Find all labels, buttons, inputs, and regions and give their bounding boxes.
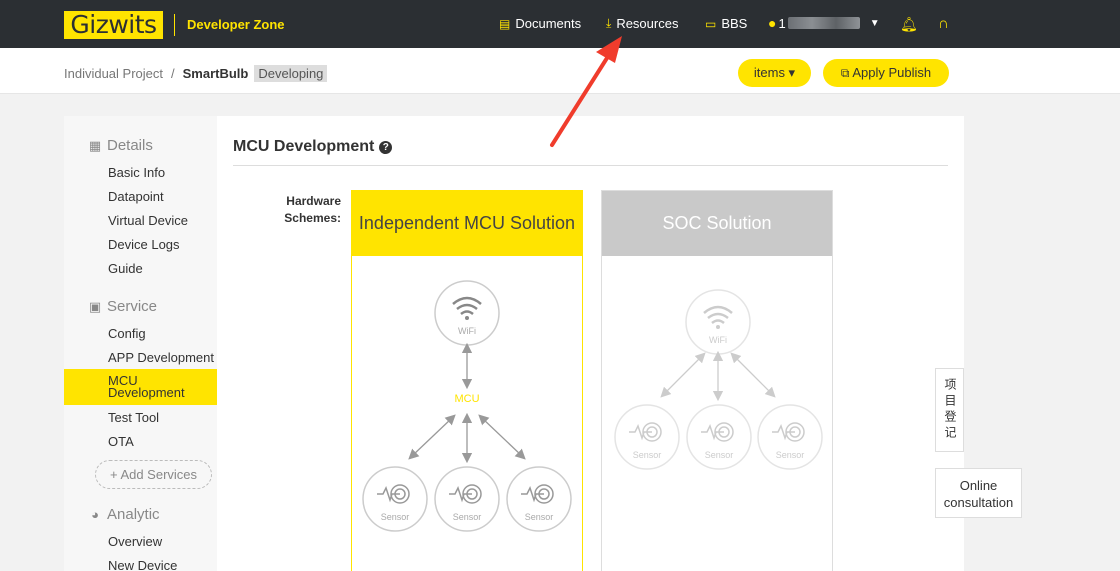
service-icon: ▣ xyxy=(88,298,102,314)
items-dropdown-button[interactable]: items ▾ xyxy=(738,59,811,87)
gizwits-logo[interactable]: Gizwits xyxy=(64,11,163,39)
sidebar-section-details: ▦ Details xyxy=(88,137,153,154)
headset-icon[interactable]: ∩ xyxy=(938,15,949,32)
sensor-node: Sensor xyxy=(506,466,572,532)
sensor-label: Sensor xyxy=(525,512,554,522)
top-navbar: Gizwits Developer Zone ▤ Documents ⤓ Res… xyxy=(0,0,1120,48)
document-icon: ▤ xyxy=(499,16,511,31)
sensor-label: Sensor xyxy=(453,512,482,522)
sidebar-item-virtual-device[interactable]: Virtual Device xyxy=(108,213,188,228)
user-name-redacted xyxy=(787,17,860,29)
sensor-node: Sensor xyxy=(362,466,428,532)
sidebar-item-mcu-development-label: MCU Development xyxy=(108,373,185,400)
online-consultation-button[interactable]: Online consultation xyxy=(935,468,1022,518)
sidebar-item-ota[interactable]: OTA xyxy=(108,434,134,449)
nav-documents-label: Documents xyxy=(515,16,582,31)
wifi-label: WiFi xyxy=(709,335,727,345)
download-icon: ⤓ xyxy=(606,16,612,30)
wifi-label: WiFi xyxy=(458,326,476,336)
sensor-label: Sensor xyxy=(633,450,662,460)
soc-solution-title: SOC Solution xyxy=(602,191,832,256)
breadcrumb-separator: / xyxy=(171,66,175,81)
nav-bbs-label: BBS xyxy=(721,16,748,31)
grid-icon: ▦ xyxy=(88,137,102,153)
sensor-label: Sensor xyxy=(705,450,734,460)
nav-resources-label: Resources xyxy=(616,16,679,31)
sensor-node: Sensor xyxy=(614,404,680,470)
logo-divider xyxy=(174,14,175,36)
soc-solution-card[interactable]: SOC Solution WiFi Sensor Sensor Sensor xyxy=(601,190,833,571)
sub-header: Individual Project / SmartBulb Developin… xyxy=(0,48,1120,94)
apply-publish-label: Apply Publish xyxy=(852,65,932,80)
sidebar-item-config[interactable]: Config xyxy=(108,326,146,341)
status-badge: Developing xyxy=(254,65,328,82)
sidebar-item-basic-info[interactable]: Basic Info xyxy=(108,165,165,180)
wifi-node: WiFi xyxy=(685,289,751,355)
breadcrumb-project: SmartBulb xyxy=(182,66,249,81)
title-divider xyxy=(233,165,948,166)
sidebar-section-service-title: Service xyxy=(107,298,158,315)
sidebar-item-mcu-development[interactable]: MCU Development xyxy=(64,369,217,405)
sidebar-section-details-title: Details xyxy=(107,137,153,154)
sensor-node: Sensor xyxy=(757,404,823,470)
user-menu[interactable]: ● 1 ▼ xyxy=(768,15,880,31)
breadcrumb-parent[interactable]: Individual Project xyxy=(64,66,163,81)
soc-architecture-diagram: WiFi Sensor Sensor Sensor xyxy=(614,289,823,470)
developer-zone-label[interactable]: Developer Zone xyxy=(187,17,285,32)
sensor-node: Sensor xyxy=(686,404,752,470)
add-services-button[interactable]: + Add Services xyxy=(95,460,212,489)
sidebar-item-overview[interactable]: Overview xyxy=(108,534,162,549)
pie-chart-icon: ◕ xyxy=(91,507,99,522)
page-title-text: MCU Development xyxy=(233,138,375,155)
sidebar-section-analytic: ◕ Analytic xyxy=(88,506,160,523)
page-title: MCU Development ? xyxy=(233,138,393,156)
nav-bbs[interactable]: ▭ BBS xyxy=(705,16,747,31)
sidebar-section-service: ▣ Service xyxy=(88,298,157,315)
sidebar-item-device-logs[interactable]: Device Logs xyxy=(108,237,180,252)
sidebar-section-analytic-title: Analytic xyxy=(107,506,160,523)
sidebar: ▦ Details Basic Info Datapoint Virtual D… xyxy=(64,116,217,571)
sidebar-item-datapoint[interactable]: Datapoint xyxy=(108,189,164,204)
sensor-label: Sensor xyxy=(776,450,805,460)
nav-documents[interactable]: ▤ Documents xyxy=(499,16,581,31)
chevron-down-icon: ▼ xyxy=(869,17,880,29)
external-link-icon: ⧉ xyxy=(840,66,850,80)
bell-icon[interactable]: 🔔︎ xyxy=(900,16,918,33)
independent-mcu-solution-title: Independent MCU Solution xyxy=(352,191,582,256)
wifi-node: WiFi xyxy=(434,280,500,346)
help-icon[interactable]: ? xyxy=(379,140,393,154)
sensor-node: Sensor xyxy=(434,466,500,532)
independent-mcu-solution-card[interactable]: Independent MCU Solution WiFi MCU Sensor… xyxy=(351,190,583,571)
mcu-label: MCU xyxy=(454,393,479,405)
sensor-label: Sensor xyxy=(381,512,410,522)
sidebar-item-guide[interactable]: Guide xyxy=(108,261,143,276)
apply-publish-button[interactable]: ⧉ Apply Publish xyxy=(823,59,949,87)
breadcrumb: Individual Project / SmartBulb Developin… xyxy=(64,65,328,82)
project-register-button[interactable]: 项目登记 xyxy=(935,368,964,452)
mcu-architecture-diagram: WiFi MCU Sensor Sensor Sensor xyxy=(362,280,572,532)
nav-resources[interactable]: ⤓ Resources xyxy=(606,16,678,31)
hardware-schemes-label: Hardware Schemes: xyxy=(284,194,341,225)
user-icon: ● xyxy=(768,15,777,31)
sidebar-item-test-tool[interactable]: Test Tool xyxy=(108,410,159,425)
sidebar-item-app-development[interactable]: APP Development xyxy=(108,350,214,365)
user-name-prefix: 1 xyxy=(778,15,786,31)
main-panel: ▦ Details Basic Info Datapoint Virtual D… xyxy=(64,116,964,571)
chat-icon: ▭ xyxy=(705,16,717,31)
sidebar-item-new-device[interactable]: New Device xyxy=(108,558,177,571)
